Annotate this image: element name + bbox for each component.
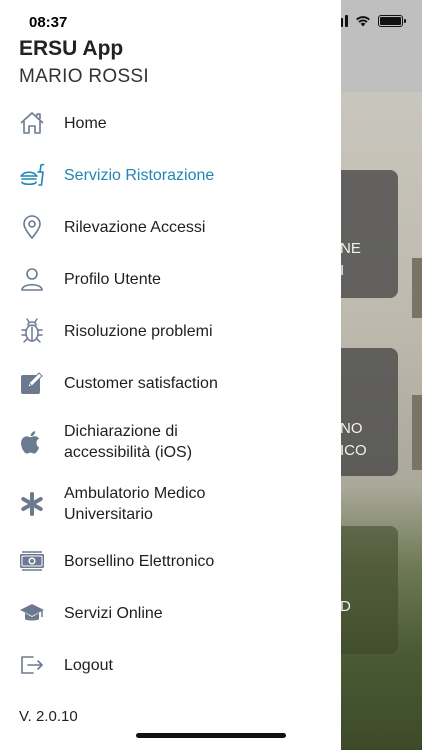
menu-item-customer-satisfaction[interactable]: Customer satisfaction	[0, 370, 341, 396]
app-version: V. 2.0.10	[19, 708, 78, 725]
medical-asterisk-icon	[19, 491, 45, 517]
restaurant-icon	[19, 162, 45, 188]
menu-item-label: Risoluzione problemi	[64, 323, 213, 340]
menu-item-label-line1: Dichiarazione di	[64, 423, 178, 440]
background-card-label: NE I	[340, 240, 361, 279]
edit-icon	[19, 370, 45, 396]
menu-item-label-line2: Universitario	[64, 506, 153, 523]
wifi-icon	[356, 16, 370, 27]
menu-item-dichiarazione-accessibilita[interactable]: Dichiarazione di accessibilità (iOS)	[0, 420, 341, 464]
user-name: MARIO ROSSI	[19, 66, 149, 87]
background-card-label: NO ICO	[340, 420, 367, 459]
menu-item-label: Logout	[64, 657, 113, 674]
home-indicator[interactable]	[136, 733, 286, 738]
menu-item-logout[interactable]: Logout	[0, 652, 341, 678]
app-title: ERSU App	[19, 37, 124, 60]
menu-item-borsellino-elettronico[interactable]: Borsellino Elettronico	[0, 548, 341, 574]
menu-item-label: Profilo Utente	[64, 271, 161, 288]
menu-item-label-line2: accessibilità (iOS)	[64, 444, 193, 461]
background-card-label: D	[340, 598, 351, 615]
bug-icon	[19, 318, 45, 344]
menu-item-servizio-ristorazione[interactable]: Servizio Ristorazione	[0, 162, 341, 188]
status-time: 08:37	[29, 14, 68, 31]
menu-item-label: Customer satisfaction	[64, 375, 218, 392]
menu-item-profilo-utente[interactable]: Profilo Utente	[0, 266, 341, 292]
user-icon	[19, 266, 45, 292]
navigation-drawer: 08:37 ERSU App MARIO ROSSI Home Servizio…	[0, 0, 341, 750]
battery-icon	[378, 14, 406, 27]
location-pin-icon	[19, 214, 45, 240]
menu-item-servizi-online[interactable]: Servizi Online	[0, 600, 341, 626]
menu-item-rilevazione-accessi[interactable]: Rilevazione Accessi	[0, 214, 341, 240]
graduation-cap-icon	[19, 600, 45, 626]
menu-item-risoluzione-problemi[interactable]: Risoluzione problemi	[0, 318, 341, 344]
background-window	[412, 395, 422, 470]
menu-item-label-line1: Ambulatorio Medico	[64, 485, 206, 502]
menu-item-ambulatorio-medico[interactable]: Ambulatorio Medico Universitario	[0, 482, 341, 526]
apple-icon	[19, 429, 45, 455]
menu-item-label: Borsellino Elettronico	[64, 553, 215, 570]
menu-item-label: Rilevazione Accessi	[64, 219, 206, 236]
money-icon	[19, 548, 45, 574]
home-icon	[19, 110, 45, 136]
menu-item-label: Servizio Ristorazione	[64, 167, 215, 184]
background-window	[412, 258, 422, 318]
logout-icon	[19, 652, 45, 678]
menu-item-label: Home	[64, 115, 107, 132]
menu-item-label: Servizi Online	[64, 605, 163, 622]
menu-item-home[interactable]: Home	[0, 110, 341, 136]
